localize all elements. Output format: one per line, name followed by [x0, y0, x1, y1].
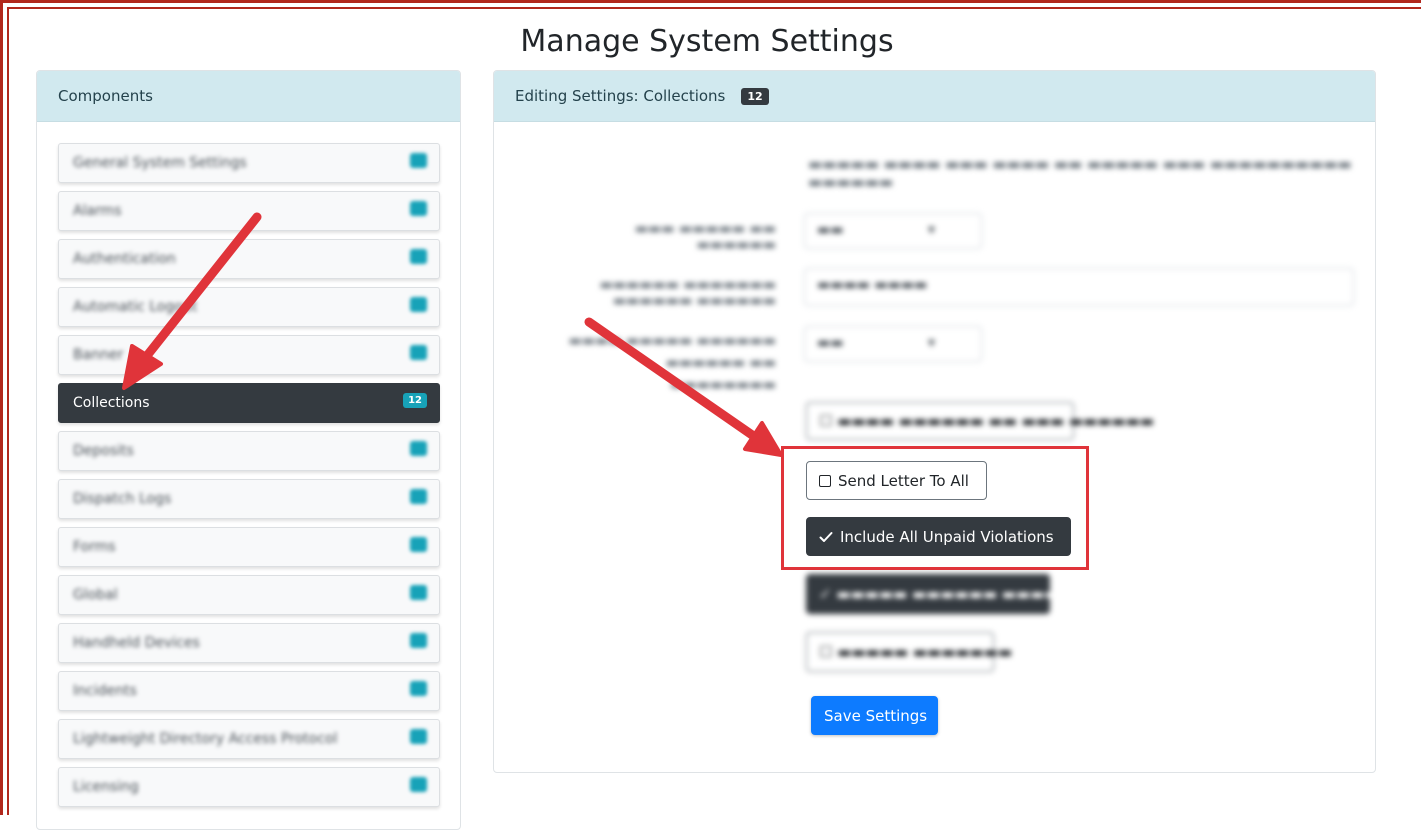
arrow-to-collections-icon	[122, 212, 262, 390]
annotation-arrows	[122, 212, 783, 457]
arrow-to-toggles-icon	[584, 317, 783, 457]
